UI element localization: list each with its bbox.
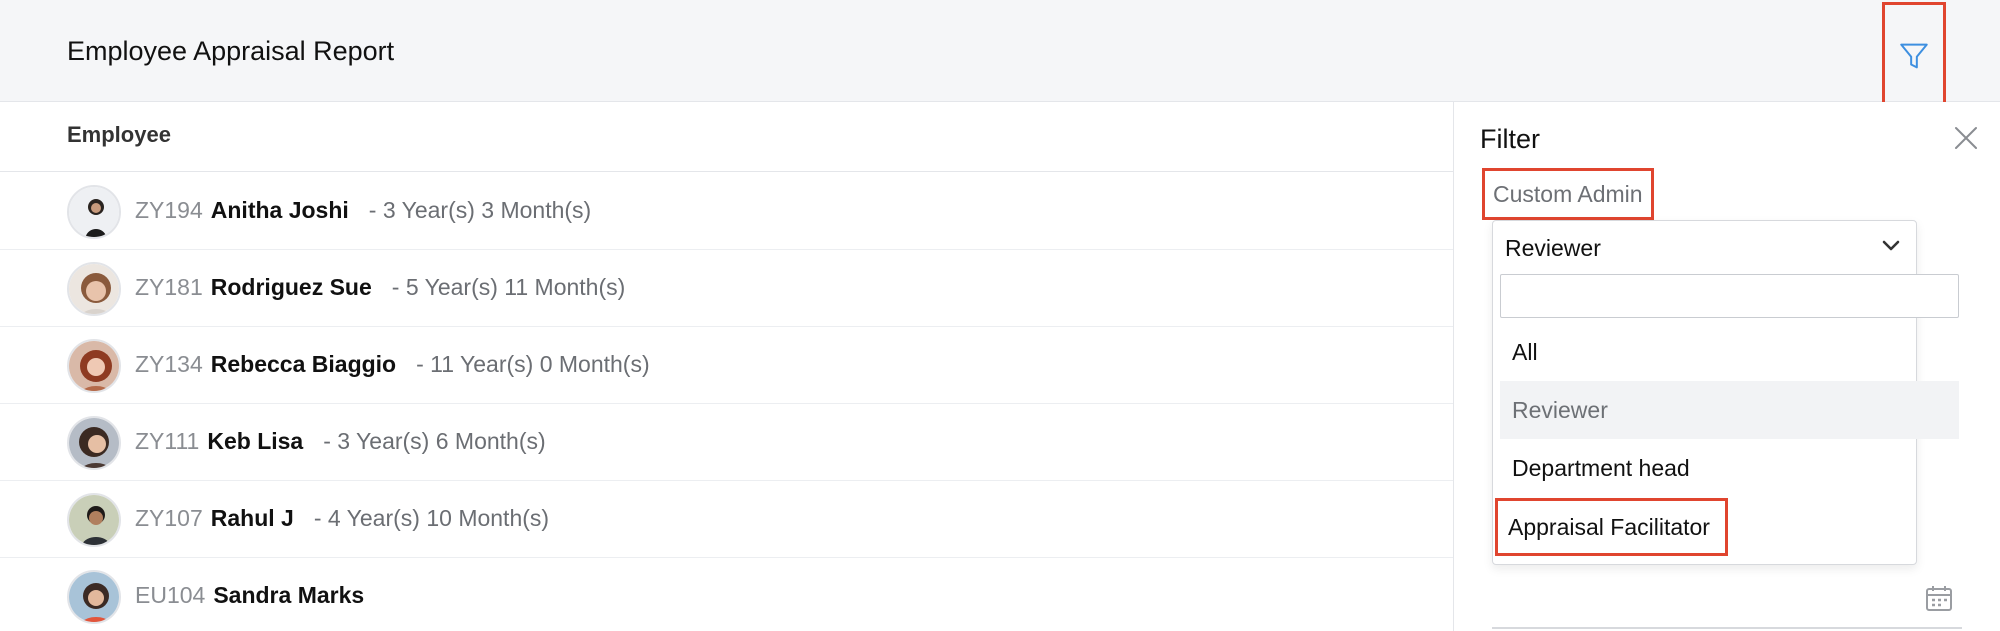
employee-id: ZY111 xyxy=(135,428,200,454)
column-header: Employee xyxy=(0,102,1453,172)
calendar-icon[interactable] xyxy=(1924,583,1954,613)
table-row[interactable]: ZY107 Rahul J - 4 Year(s) 10 Month(s) xyxy=(0,481,1453,558)
close-button[interactable] xyxy=(1951,123,1981,153)
table-row[interactable]: ZY181 Rodriguez Sue - 5 Year(s) 11 Month(s… xyxy=(0,250,1453,327)
employee-name[interactable]: Keb Lisa xyxy=(207,428,303,454)
dropdown-search-input[interactable] xyxy=(1500,274,1959,318)
filter-panel: Filter Custom Admin Reviewer All Reviewe… xyxy=(1453,102,2000,631)
employee-name[interactable]: Sandra Marks xyxy=(213,582,364,608)
employee-tenure: - 3 Year(s) 3 Month(s) xyxy=(368,197,592,223)
role-dropdown-selected[interactable]: Reviewer xyxy=(1493,221,1918,271)
avatar xyxy=(67,339,121,393)
employee-id: ZY194 xyxy=(135,197,203,223)
employee-name[interactable]: Rebecca Biaggio xyxy=(211,351,396,377)
column-header-employee: Employee xyxy=(67,122,171,147)
top-bar: Employee Appraisal Report xyxy=(0,0,2000,102)
employee-list: Employee ZY194 Anitha Joshi - 3 Year(s) 3 … xyxy=(0,102,1453,631)
filter-panel-title: Filter xyxy=(1480,124,1540,154)
employee-id: EU104 xyxy=(135,582,206,608)
role-dropdown[interactable]: Reviewer All Reviewer Department head Ap… xyxy=(1492,220,1959,565)
dropdown-option-all[interactable]: All xyxy=(1500,323,1959,381)
avatar xyxy=(67,570,121,624)
table-row[interactable]: ZY194 Anitha Joshi - 3 Year(s) 3 Month(s) xyxy=(0,173,1453,250)
close-icon xyxy=(1955,127,1977,149)
table-row[interactable]: ZY111 Keb Lisa - 3 Year(s) 6 Month(s) xyxy=(0,404,1453,481)
filter-funnel-icon xyxy=(1900,43,1928,69)
filter-button[interactable] xyxy=(1882,2,1946,110)
employee-name[interactable]: Rahul J xyxy=(211,505,294,531)
avatar xyxy=(67,262,121,316)
employee-tenure: - 5 Year(s) 11 Month(s) xyxy=(391,274,626,300)
avatar xyxy=(67,493,121,547)
employee-id: ZY107 xyxy=(135,505,203,531)
employee-id: ZY181 xyxy=(135,274,203,300)
chevron-down-icon xyxy=(1882,240,1900,251)
date-field-underline xyxy=(1492,627,1962,629)
table-row[interactable]: EU104 Sandra Marks xyxy=(0,558,1453,631)
dropdown-option-department-head[interactable]: Department head xyxy=(1500,439,1959,497)
role-dropdown-value: Reviewer xyxy=(1505,235,1601,261)
avatar xyxy=(67,416,121,470)
employee-name[interactable]: Anitha Joshi xyxy=(211,197,349,223)
page-title: Employee Appraisal Report xyxy=(67,36,395,66)
dropdown-option-reviewer[interactable]: Reviewer xyxy=(1500,381,1959,439)
dropdown-option-appraisal-facilitator[interactable]: Appraisal Facilitator xyxy=(1495,498,1728,556)
employee-tenure: - 11 Year(s) 0 Month(s) xyxy=(416,351,650,377)
avatar xyxy=(67,185,121,239)
employee-name[interactable]: Rodriguez Sue xyxy=(211,274,372,300)
employee-tenure: - 3 Year(s) 6 Month(s) xyxy=(323,428,546,454)
employee-tenure: - 4 Year(s) 10 Month(s) xyxy=(313,505,550,531)
table-row[interactable]: ZY134 Rebecca Biaggio - 11 Year(s) 0 Month… xyxy=(0,327,1453,404)
employee-id: ZY134 xyxy=(135,351,203,377)
custom-admin-label: Custom Admin xyxy=(1482,168,1654,220)
